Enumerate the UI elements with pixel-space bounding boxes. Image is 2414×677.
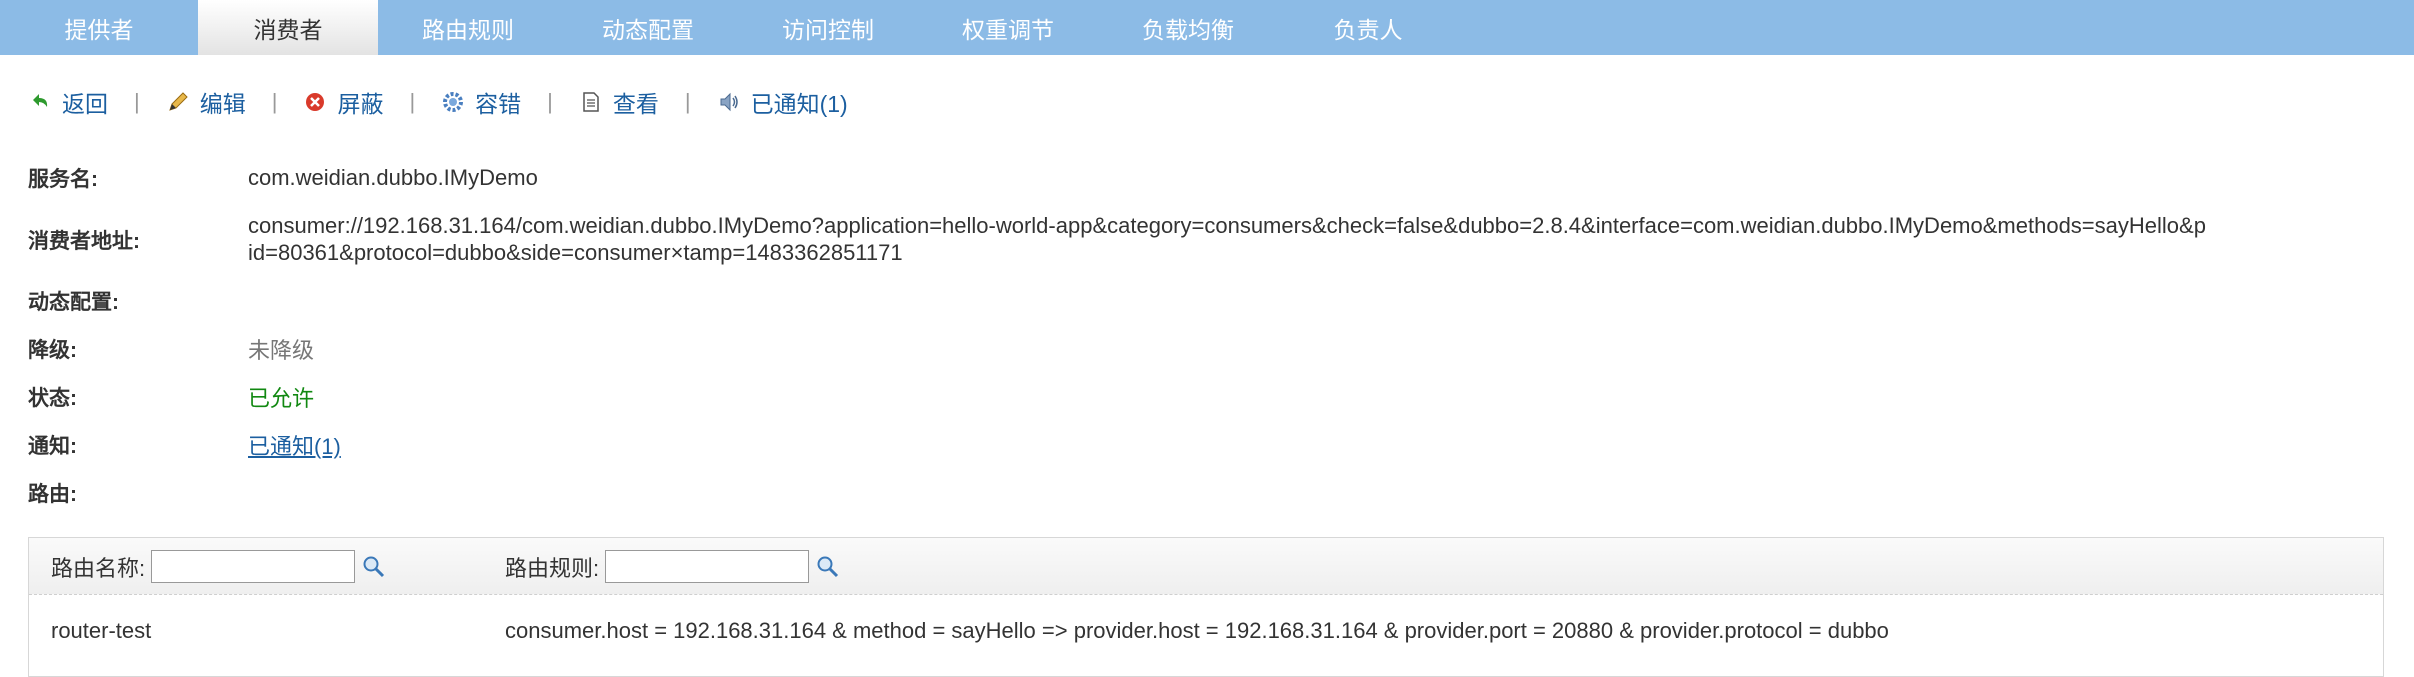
view-label: 查看 bbox=[612, 91, 659, 117]
tab-providers[interactable]: 提供者 bbox=[0, 0, 198, 55]
search-icon[interactable] bbox=[361, 554, 387, 580]
status-label: 状态: bbox=[28, 387, 77, 410]
notified-label: 已通知(1) bbox=[750, 91, 848, 117]
route-name-cell: router-test bbox=[51, 618, 152, 643]
route-rule-filter: 路由规则: bbox=[505, 550, 841, 583]
toolbar-separator: | bbox=[134, 89, 140, 114]
action-toolbar: 返回 | 编辑 | 屏蔽 | 容错 | 查看 | 已通知(1) bbox=[28, 84, 848, 120]
route-table-header: 路由名称: 路由规则: bbox=[29, 538, 2383, 595]
block-x-icon bbox=[303, 90, 327, 114]
tab-weight-adjust[interactable]: 权重调节 bbox=[918, 0, 1098, 55]
pencil-icon bbox=[166, 90, 190, 114]
view-button[interactable]: 查看 bbox=[579, 85, 659, 119]
route-table: 路由名称: 路由规则: router-test consumer.host = … bbox=[28, 537, 2384, 677]
dynamic-config-label: 动态配置: bbox=[28, 291, 119, 314]
tab-owner[interactable]: 负责人 bbox=[1278, 0, 1458, 55]
notify-label: 通知: bbox=[28, 435, 77, 458]
consumer-address-line: id=80361&protocol=dubbo&side=consumer×ta… bbox=[248, 240, 903, 265]
tolerate-label: 容错 bbox=[475, 91, 522, 117]
notified-button[interactable]: 已通知(1) bbox=[717, 85, 848, 119]
service-name-value: com.weidian.dubbo.IMyDemo bbox=[248, 165, 538, 190]
status-value: 已允许 bbox=[248, 386, 315, 411]
top-navigation: 提供者 消费者 路由规则 动态配置 访问控制 权重调节 负载均衡 负责人 bbox=[0, 0, 2414, 55]
toolbar-separator: | bbox=[547, 89, 553, 114]
service-name-label: 服务名: bbox=[28, 168, 98, 191]
route-name-filter-label: 路由名称: bbox=[51, 555, 146, 581]
route-name-search-input[interactable] bbox=[151, 550, 356, 583]
block-button[interactable]: 屏蔽 bbox=[303, 85, 383, 119]
table-row[interactable]: router-test consumer.host = 192.168.31.1… bbox=[29, 618, 2383, 654]
back-button[interactable]: 返回 bbox=[28, 85, 108, 119]
toolbar-separator: | bbox=[271, 89, 278, 114]
speaker-icon bbox=[717, 90, 741, 114]
route-rule-search-input[interactable] bbox=[605, 550, 810, 583]
degrade-value: 未降级 bbox=[248, 338, 315, 363]
tab-access-control[interactable]: 访问控制 bbox=[738, 0, 918, 55]
toolbar-separator: | bbox=[409, 89, 416, 114]
return-arrow-icon bbox=[28, 90, 52, 114]
tab-load-balance[interactable]: 负载均衡 bbox=[1098, 0, 1278, 55]
document-icon bbox=[579, 90, 603, 114]
consumer-address-label: 消费者地址: bbox=[28, 230, 140, 253]
tab-consumers[interactable]: 消费者 bbox=[198, 0, 378, 55]
degrade-label: 降级: bbox=[28, 339, 77, 362]
notify-link[interactable]: 已通知(1) bbox=[248, 429, 341, 461]
route-rule-filter-label: 路由规则: bbox=[505, 555, 600, 581]
route-label: 路由: bbox=[28, 483, 77, 506]
toolbar-separator: | bbox=[684, 89, 691, 114]
gear-icon bbox=[441, 90, 465, 114]
route-name-filter: 路由名称: bbox=[51, 550, 387, 583]
back-label: 返回 bbox=[62, 91, 108, 117]
tab-route-rules[interactable]: 路由规则 bbox=[378, 0, 558, 55]
consumer-address-line: consumer://192.168.31.164/com.weidian.du… bbox=[248, 213, 2206, 238]
route-rule-cell: consumer.host = 192.168.31.164 & method … bbox=[505, 618, 1889, 643]
edit-label: 编辑 bbox=[199, 91, 246, 117]
block-label: 屏蔽 bbox=[337, 91, 384, 117]
search-icon[interactable] bbox=[815, 554, 841, 580]
tolerate-button[interactable]: 容错 bbox=[441, 85, 521, 119]
edit-button[interactable]: 编辑 bbox=[166, 85, 246, 119]
tab-dynamic-config[interactable]: 动态配置 bbox=[558, 0, 738, 55]
consumer-address-value: consumer://192.168.31.164/com.weidian.du… bbox=[248, 212, 2398, 266]
